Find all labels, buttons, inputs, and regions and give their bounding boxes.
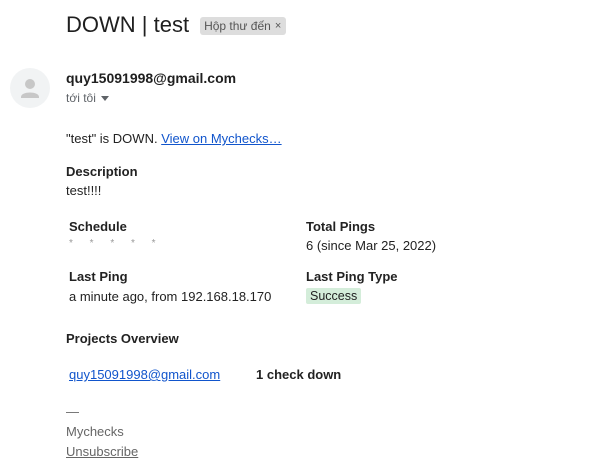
projects-overview-heading: Projects Overview	[66, 331, 179, 346]
chevron-down-icon[interactable]	[100, 95, 109, 101]
status-text: "test" is DOWN.	[66, 131, 162, 146]
total-pings-value: 6 (since Mar 25, 2022)	[306, 238, 437, 253]
schedule-label: Schedule	[69, 219, 127, 234]
recipient-text: tới tôi	[66, 91, 96, 105]
sender-email[interactable]: quy15091998@gmail.com	[66, 70, 236, 86]
footer-separator: —	[66, 404, 79, 419]
last-ping-label: Last Ping	[69, 269, 128, 284]
last-ping-value: a minute ago, from 192.168.18.170	[69, 289, 272, 304]
footer-brand: Mychecks	[66, 424, 124, 439]
person-icon	[21, 79, 39, 98]
project-status: 1 check down	[256, 367, 342, 382]
unsubscribe-link[interactable]: Unsubscribe	[66, 444, 138, 459]
recipient-row[interactable]: tới tôi	[66, 91, 109, 105]
status-line: "test" is DOWN. View on Mychecks…	[66, 131, 282, 146]
sender-avatar[interactable]	[10, 68, 50, 108]
description-value: test!!!!	[66, 183, 102, 198]
remove-label-icon[interactable]: ×	[275, 20, 281, 32]
inbox-label-text: Hộp thư đến	[204, 19, 271, 33]
inbox-label-chip[interactable]: Hộp thư đến ×	[200, 17, 287, 35]
status-badge: Success	[306, 288, 362, 304]
description-heading: Description	[66, 164, 138, 179]
last-ping-type-label: Last Ping Type	[306, 269, 398, 284]
project-link[interactable]: quy15091998@gmail.com	[69, 367, 220, 382]
view-on-mychecks-link[interactable]: View on Mychecks…	[161, 131, 281, 146]
email-subject: DOWN | test	[66, 12, 190, 37]
total-pings-label: Total Pings	[306, 219, 376, 234]
email-header: DOWN | test Hộp thư đến ×	[66, 12, 287, 38]
schedule-value: * * * * *	[69, 238, 163, 249]
